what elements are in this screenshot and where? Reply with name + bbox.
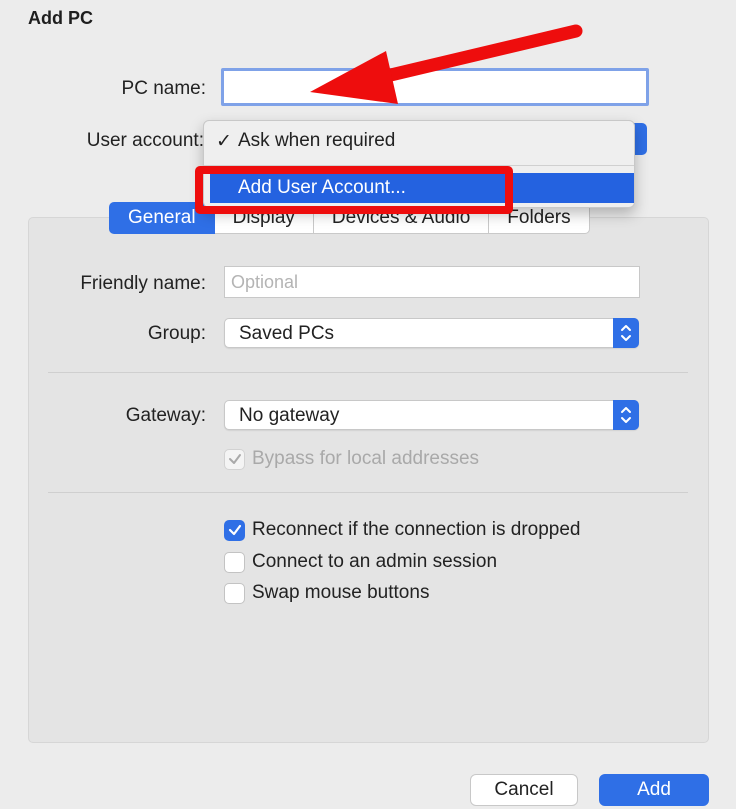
chevron-updown-icon (613, 318, 639, 348)
checkmark-icon: ✓ (216, 131, 232, 152)
checkmark-icon (224, 448, 245, 470)
user-account-label: User account: (86, 130, 204, 151)
user-account-menu: ✓ Ask when required Add User Account... (203, 120, 635, 208)
menu-item-label: Add User Account... (238, 177, 406, 198)
group-label: Group: (147, 323, 206, 344)
pc-name-input[interactable] (221, 68, 649, 106)
checkbox-label: Swap mouse buttons (252, 582, 430, 603)
gateway-label: Gateway: (125, 405, 206, 426)
group-select[interactable]: Saved PCs (224, 318, 639, 348)
pc-name-label: PC name: (121, 78, 206, 99)
cancel-button[interactable]: Cancel (470, 774, 578, 806)
checkbox-label: Bypass for local addresses (252, 448, 480, 469)
checkbox-label: Connect to an admin session (252, 551, 498, 572)
swap-mouse-buttons-checkbox[interactable]: Swap mouse buttons (224, 582, 429, 604)
checkbox-box (224, 551, 245, 573)
reconnect-checkbox[interactable]: Reconnect if the connection is dropped (224, 519, 581, 541)
add-button[interactable]: Add (599, 774, 709, 806)
menu-item-add-user-account[interactable]: Add User Account... (210, 173, 634, 203)
menu-separator (204, 165, 634, 166)
section-divider (48, 372, 688, 373)
tab-general[interactable]: General (109, 202, 215, 234)
admin-session-checkbox[interactable]: Connect to an admin session (224, 551, 497, 573)
gateway-select[interactable]: No gateway (224, 400, 639, 430)
checkmark-icon (224, 519, 245, 541)
friendly-name-input[interactable] (224, 266, 640, 298)
chevron-updown-icon (613, 400, 639, 430)
checkbox-label: Reconnect if the connection is dropped (252, 519, 581, 540)
friendly-name-label: Friendly name: (80, 273, 206, 294)
menu-item-ask-when-required[interactable]: ✓ Ask when required (204, 121, 634, 161)
menu-item-label: Ask when required (238, 130, 396, 151)
section-divider (48, 492, 688, 493)
add-pc-dialog: Add PC PC name: User account: ✓ Ask when… (0, 0, 736, 809)
gateway-select-value: No gateway (239, 405, 340, 426)
checkbox-box (224, 582, 245, 604)
group-select-value: Saved PCs (239, 323, 335, 344)
bypass-local-addresses-checkbox[interactable]: Bypass for local addresses (224, 448, 479, 470)
dialog-title: Add PC (28, 8, 93, 28)
